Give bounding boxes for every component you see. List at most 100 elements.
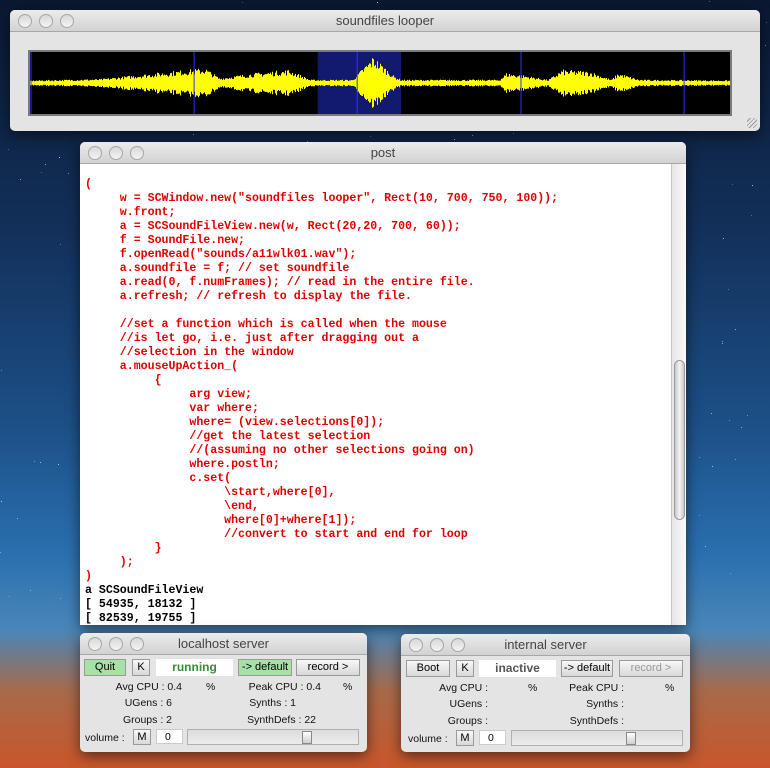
close-button[interactable] [18, 14, 32, 28]
star [766, 22, 768, 24]
groups: Groups : [447, 715, 488, 727]
post-line: \start,where[0], [85, 486, 336, 499]
mute-button[interactable]: M [456, 730, 474, 746]
post-line: a.refresh; // refresh to display the fil… [85, 290, 412, 303]
star [729, 419, 731, 421]
boot-button[interactable]: Boot [406, 660, 450, 677]
window-title: post [370, 145, 396, 160]
star [765, 45, 767, 47]
server-status: inactive [479, 660, 556, 677]
minimize-button[interactable] [430, 638, 444, 652]
post-line: //get the latest selection [85, 430, 371, 443]
title-bar[interactable]: localhost server [80, 633, 367, 655]
peak-cpu-percent: % [343, 681, 353, 693]
synthdefs: SynthDefs : 22 [247, 714, 316, 726]
star [40, 171, 42, 173]
volume-slider[interactable] [511, 730, 683, 746]
post-line: } [85, 542, 162, 555]
volume-slider-knob[interactable] [301, 731, 312, 744]
post-line: [ 54935, 18132 ] [85, 598, 197, 611]
minimize-button[interactable] [109, 637, 123, 651]
star [740, 426, 742, 428]
zoom-button[interactable] [60, 14, 74, 28]
window-title: internal server [504, 637, 587, 652]
star [709, 0, 711, 2]
star [34, 460, 36, 462]
post-line: arg view; [85, 388, 252, 401]
waveform-trace [30, 58, 730, 108]
post-line: \end, [85, 500, 259, 513]
close-button[interactable] [88, 146, 102, 160]
star [193, 133, 195, 135]
record-button[interactable]: record > [296, 659, 360, 676]
post-line: //set a function which is called when th… [85, 318, 447, 331]
post-line: //is let go, i.e. just after dragging ou… [85, 332, 419, 345]
post-line: a.read(0, f.numFrames); // read in the e… [85, 276, 475, 289]
avg-cpu: Avg CPU : 0.4 [115, 681, 182, 693]
scrollbar-thumb[interactable] [674, 360, 685, 520]
star [1, 370, 3, 372]
window-title: soundfiles looper [335, 13, 435, 28]
post-line: { [85, 374, 162, 387]
star [728, 289, 730, 291]
star [722, 342, 724, 344]
star [513, 132, 515, 134]
quit-button[interactable]: Quit [84, 659, 126, 676]
soundfile-view[interactable] [28, 50, 732, 116]
resize-grip[interactable] [747, 118, 757, 128]
post-line: f = SoundFile.new; [85, 234, 246, 247]
minimize-button[interactable] [39, 14, 53, 28]
star [59, 157, 61, 159]
zoom-button[interactable] [130, 637, 144, 651]
post-line: a.mouseUpAction_( [85, 360, 239, 373]
post-line: f.openRead("sounds/a11wlk01.wav"); [85, 248, 357, 261]
synthdefs: SynthDefs : [569, 715, 624, 727]
zoom-button[interactable] [130, 146, 144, 160]
star [750, 214, 752, 216]
star [730, 572, 732, 574]
synths: Synths : 1 [249, 697, 296, 709]
window-title: localhost server [177, 636, 270, 651]
waveform[interactable] [30, 52, 730, 114]
volume-slider-knob[interactable] [625, 732, 636, 745]
post-line: //(assuming no other selections going on… [85, 444, 475, 457]
post-line: //selection in the window [85, 346, 294, 359]
post-line: //convert to start and end for loop [85, 528, 468, 541]
star [722, 341, 724, 342]
mute-button[interactable]: M [133, 729, 151, 745]
avg-cpu-percent: % [206, 681, 216, 693]
groups: Groups : 2 [122, 714, 172, 726]
star [1, 501, 3, 503]
title-bar[interactable]: internal server [401, 634, 690, 656]
kill-button[interactable]: K [456, 660, 474, 677]
close-button[interactable] [409, 638, 423, 652]
soundfiles-looper-window: soundfiles looper [10, 10, 760, 131]
peak-cpu: Peak CPU : [569, 682, 624, 694]
minimize-button[interactable] [109, 146, 123, 160]
default-button[interactable]: -> default [561, 660, 613, 677]
default-button[interactable]: -> default [238, 659, 292, 676]
ugens: UGens : [449, 698, 488, 710]
post-line: w.front; [85, 206, 176, 219]
post-line: where= (view.selections[0]); [85, 416, 385, 429]
close-button[interactable] [88, 637, 102, 651]
avg-cpu-percent: % [528, 682, 538, 694]
volume-field[interactable]: 0 [156, 729, 183, 744]
title-bar[interactable]: post [80, 142, 686, 164]
kill-button[interactable]: K [132, 659, 150, 676]
zoom-button[interactable] [451, 638, 465, 652]
star [370, 136, 372, 138]
vertical-scrollbar[interactable] [671, 164, 686, 625]
star [704, 546, 706, 547]
volume-field[interactable]: 0 [479, 730, 506, 745]
star [0, 552, 2, 554]
volume-slider[interactable] [187, 729, 359, 745]
server-status: running [156, 659, 233, 676]
post-text-area[interactable]: ( w = SCWindow.new("soundfiles looper", … [80, 164, 671, 625]
title-bar[interactable]: soundfiles looper [10, 10, 760, 32]
star [20, 179, 22, 181]
post-window: post ( w = SCWindow.new("soundfiles loop… [80, 142, 686, 625]
peak-cpu: Peak CPU : 0.4 [248, 681, 321, 693]
peak-cpu-percent: % [665, 682, 675, 694]
star [732, 183, 734, 185]
